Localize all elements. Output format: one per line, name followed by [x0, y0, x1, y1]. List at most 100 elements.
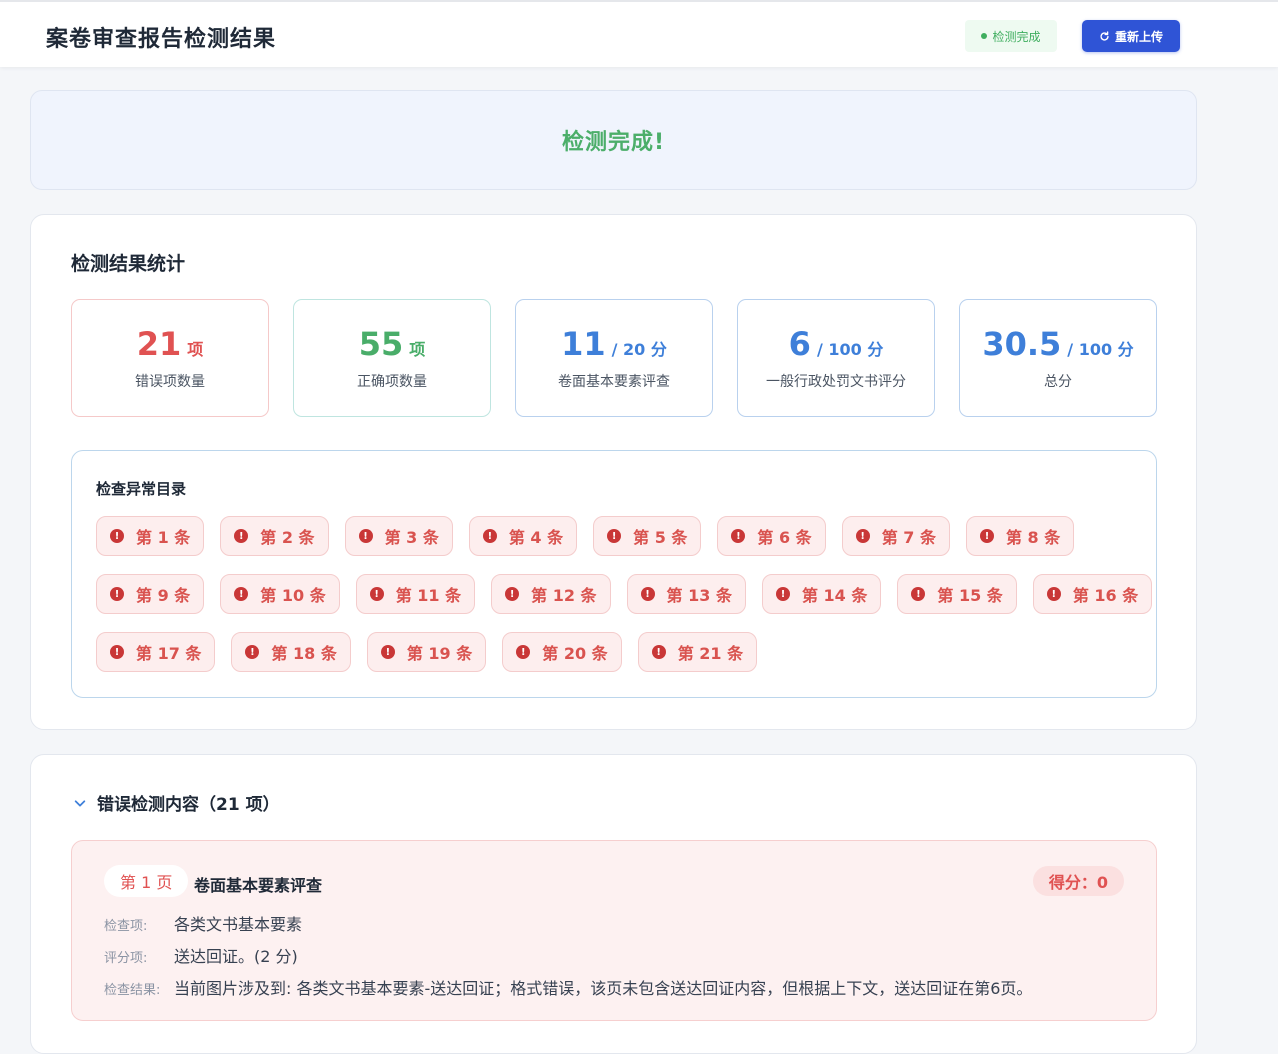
- refresh-icon: [1100, 30, 1109, 41]
- page-badge[interactable]: 第 1 页: [104, 865, 189, 897]
- chip-label: 第 1 条: [136, 528, 191, 547]
- stat-unit: / 100 分: [816, 340, 884, 359]
- anomaly-chip[interactable]: ! 第 6 条: [717, 516, 826, 556]
- stat-unit: / 20 分: [611, 340, 667, 359]
- anomaly-chip[interactable]: ! 第 14 条: [761, 574, 882, 614]
- anomaly-chip[interactable]: ! 第 10 条: [220, 574, 340, 614]
- check-result-label: 检查结果:: [104, 983, 161, 998]
- stat-label: 一般行政处罚文书评分: [766, 374, 906, 390]
- stat-total-score: 30.5 / 100 分 总分: [959, 299, 1157, 417]
- anomaly-directory: 检查异常目录 ! 第 1 条 ! 第 2 条 ! 第 3 条 ! 第 4 条 ! 第 5 …: [71, 450, 1157, 698]
- status-dot-icon: [981, 33, 988, 39]
- anomaly-title: 检查异常目录: [96, 480, 187, 498]
- anomaly-chip[interactable]: ! 第 11 条: [355, 574, 476, 614]
- alert-icon: !: [245, 645, 260, 659]
- chip-label: 第 18 条: [271, 644, 337, 663]
- check-result-row: 检查结果: 当前图片涉及到: 各类文书基本要素-送达回证；格式错误，该页未包含送…: [104, 975, 1032, 999]
- alert-icon: !: [775, 587, 790, 601]
- chip-label: 第 14 条: [801, 586, 868, 605]
- alert-icon: !: [1046, 587, 1061, 601]
- chip-label: 第 12 条: [531, 586, 597, 605]
- page-title: 案卷审查报告检测结果: [46, 27, 277, 52]
- stats-title: 检测结果统计: [71, 253, 186, 275]
- alert-icon: !: [369, 587, 384, 601]
- chip-label: 第 13 条: [666, 586, 732, 605]
- stat-basic-elements-score: 11 / 20 分 卷面基本要素评查: [515, 299, 713, 417]
- anomaly-chip[interactable]: ! 第 20 条: [502, 632, 622, 672]
- stat-value: 30.5: [982, 325, 1062, 363]
- error-details-card: 错误检测内容（21 项） 第 1 页 卷面基本要素评查 得分：0 检查项: 各类…: [30, 754, 1197, 1054]
- stat-unit: 项: [187, 340, 204, 359]
- chip-label: 第 17 条: [136, 644, 202, 663]
- reupload-button[interactable]: 重新上传: [1082, 20, 1180, 52]
- alert-icon: !: [911, 587, 926, 601]
- stat-value: 21: [136, 325, 182, 363]
- anomaly-chip[interactable]: ! 第 17 条: [96, 632, 216, 672]
- reupload-label: 重新上传: [1114, 29, 1163, 44]
- alert-icon: !: [234, 529, 249, 543]
- anomaly-chip[interactable]: ! 第 13 条: [626, 574, 746, 614]
- chip-label: 第 10 条: [260, 586, 326, 605]
- chip-label: 第 15 条: [937, 586, 1003, 605]
- alert-icon: !: [731, 529, 746, 543]
- anomaly-chip[interactable]: ! 第 1 条: [96, 516, 205, 556]
- anomaly-chip[interactable]: ! 第 3 条: [344, 516, 453, 556]
- anomaly-chip-list: ! 第 1 条 ! 第 2 条 ! 第 3 条 ! 第 4 条 ! 第 5 条 ! 第 6 …: [96, 516, 1153, 690]
- score-badge: 得分：0: [1032, 866, 1124, 896]
- alert-icon: !: [234, 587, 249, 601]
- stat-label: 卷面基本要素评查: [558, 374, 670, 390]
- stat-label: 总分: [1044, 374, 1072, 390]
- alert-icon: !: [110, 587, 124, 601]
- stat-error-count: 21 项 错误项数量: [71, 299, 269, 417]
- check-result-value: 当前图片涉及到: 各类文书基本要素-送达回证；格式错误，该页未包含送达回证内容，…: [174, 979, 1033, 998]
- alert-icon: !: [607, 529, 622, 543]
- alert-icon: !: [380, 645, 395, 659]
- anomaly-chip[interactable]: ! 第 2 条: [220, 516, 329, 556]
- anomaly-chip[interactable]: ! 第 21 条: [637, 632, 758, 672]
- stat-value: 6: [788, 325, 811, 363]
- anomaly-chip[interactable]: ! 第 5 条: [593, 516, 702, 556]
- error-section-toggle[interactable]: 错误检测内容（21 项）: [73, 790, 280, 815]
- anomaly-chip[interactable]: ! 第 15 条: [897, 574, 1017, 614]
- alert-icon: !: [651, 645, 666, 659]
- anomaly-chip[interactable]: ! 第 9 条: [96, 574, 205, 614]
- completion-message: 检测完成!: [561, 130, 666, 155]
- alert-icon: !: [110, 645, 124, 659]
- anomaly-chip[interactable]: ! 第 16 条: [1032, 574, 1153, 614]
- score-item-row: 评分项: 送达回证。(2 分): [104, 943, 298, 967]
- check-item-value: 各类文书基本要素: [174, 915, 303, 934]
- chip-label: 第 6 条: [757, 528, 812, 547]
- error-item: 第 1 页 卷面基本要素评查 得分：0 检查项: 各类文书基本要素 评分项: 送…: [71, 840, 1157, 1021]
- alert-icon: !: [640, 587, 655, 601]
- anomaly-chip[interactable]: ! 第 8 条: [965, 516, 1075, 556]
- anomaly-chip[interactable]: ! 第 12 条: [491, 574, 611, 614]
- status-badge: 检测完成: [965, 20, 1057, 52]
- alert-icon: !: [358, 529, 373, 543]
- alert-icon: !: [482, 529, 497, 543]
- alert-icon: !: [110, 529, 124, 543]
- stat-correct-count: 55 项 正确项数量: [293, 299, 491, 417]
- stat-label: 错误项数量: [135, 374, 205, 390]
- error-section-title: 错误检测内容（21 项）: [97, 795, 280, 815]
- chip-label: 第 11 条: [395, 586, 462, 605]
- anomaly-chip[interactable]: ! 第 7 条: [841, 516, 950, 556]
- anomaly-chip[interactable]: ! 第 19 条: [366, 632, 487, 672]
- anomaly-chip[interactable]: ! 第 18 条: [231, 632, 351, 672]
- alert-icon: !: [979, 529, 994, 543]
- alert-icon: !: [855, 529, 870, 543]
- stat-unit: / 100 分: [1067, 340, 1134, 359]
- chip-label: 第 3 条: [384, 528, 439, 547]
- score-item-label: 评分项:: [104, 951, 148, 966]
- error-category: 卷面基本要素评查: [194, 876, 323, 895]
- stat-value: 11: [561, 325, 606, 363]
- check-item-row: 检查项: 各类文书基本要素: [104, 911, 302, 935]
- anomaly-chip[interactable]: ! 第 4 条: [468, 516, 578, 556]
- chip-label: 第 2 条: [260, 528, 315, 547]
- chip-label: 第 21 条: [677, 644, 744, 663]
- stat-value: 55: [358, 325, 404, 363]
- top-bar: 案卷审查报告检测结果 检测完成 重新上传: [0, 0, 1278, 67]
- chip-label: 第 20 条: [542, 644, 608, 663]
- alert-icon: !: [516, 645, 531, 659]
- status-label: 检测完成: [992, 29, 1041, 44]
- chip-label: 第 7 条: [881, 528, 936, 547]
